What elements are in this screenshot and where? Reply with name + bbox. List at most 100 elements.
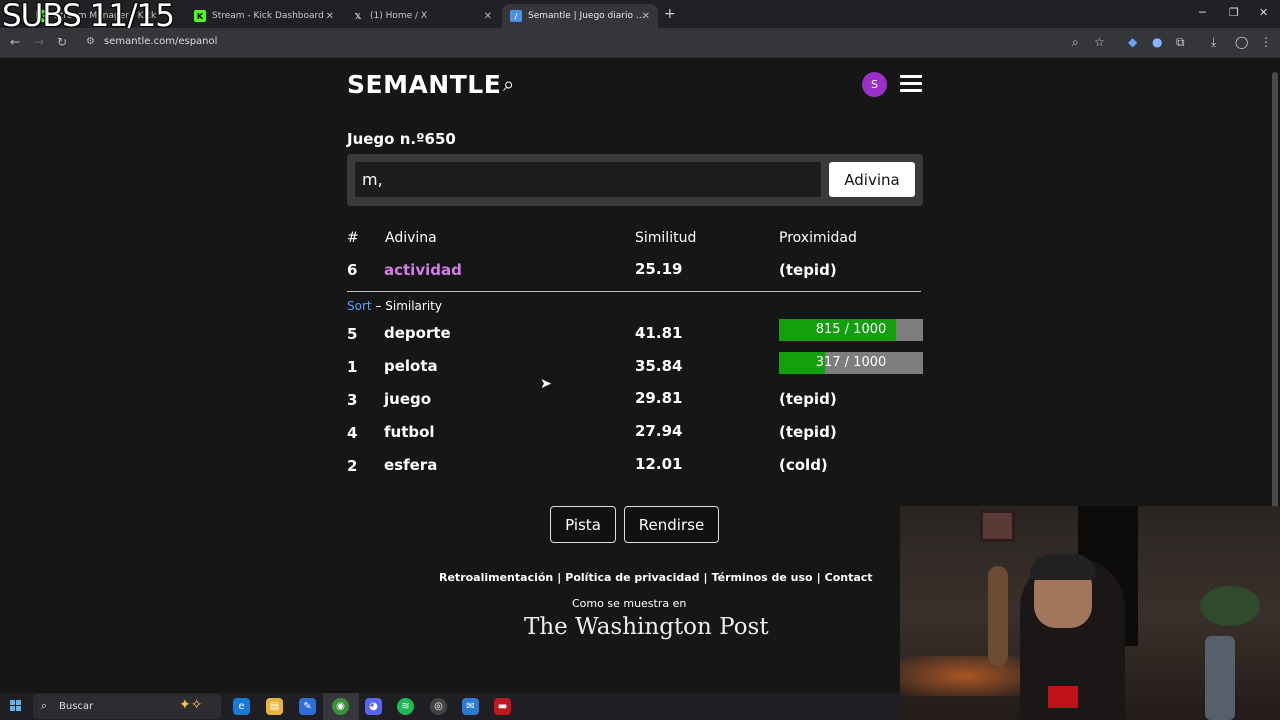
footer-link-feedback[interactable]: Retroalimentación: [439, 571, 553, 584]
column-header-proximity: Proximidad: [779, 230, 857, 246]
tab-kick-dashboard[interactable]: K Stream - Kick Dashboard ✕: [186, 4, 342, 28]
separator: |: [557, 571, 562, 584]
separator: |: [703, 571, 708, 584]
webcam-feed: [900, 506, 1280, 720]
edge-icon[interactable]: e: [233, 698, 250, 715]
extension-icon[interactable]: ●: [1152, 35, 1162, 49]
discord-icon[interactable]: ◕: [365, 698, 382, 715]
menu-dots-icon[interactable]: ⋮: [1260, 35, 1272, 49]
browser-tab-bar: K Stream Manager | Kick K Stream - Kick …: [0, 0, 1280, 34]
hint-button[interactable]: Pista: [550, 506, 616, 543]
footer-link-terms[interactable]: Términos de uso: [712, 571, 813, 584]
row-word: juego: [384, 390, 432, 408]
close-icon[interactable]: ✕: [642, 11, 650, 22]
back-icon[interactable]: ←: [10, 35, 20, 49]
url-field[interactable]: semantle.com/espanol: [104, 36, 217, 47]
give-up-button[interactable]: Rendirse: [624, 506, 719, 543]
plant: [1200, 586, 1260, 626]
magnifier-icon: ⌕: [503, 72, 515, 96]
taskbar-search[interactable]: ⌕ Buscar ✦✧: [33, 694, 221, 719]
address-bar: ← → ↻ ⚙ semantle.com/espanol ⌕ ☆ ◆ ● ⧉ ⤓…: [0, 28, 1280, 58]
close-icon[interactable]: ✕: [326, 11, 334, 22]
hamburger-menu-icon[interactable]: [900, 75, 922, 93]
sort-label: – Similarity: [375, 299, 442, 313]
semantle-icon: /: [510, 10, 522, 22]
profile-icon[interactable]: ◯: [1235, 35, 1248, 49]
row-similarity: 41.81: [635, 324, 683, 342]
extensions-puzzle-icon[interactable]: ⧉: [1176, 35, 1185, 50]
proximity-text: 317 / 1000: [815, 355, 887, 370]
reload-icon[interactable]: ↻: [57, 35, 67, 49]
streaming-app-icon[interactable]: ▬: [494, 698, 511, 715]
divider: [347, 291, 921, 292]
row-similarity: 25.19: [635, 260, 683, 278]
guess-input[interactable]: [355, 162, 821, 197]
row-number: 3: [347, 391, 358, 409]
footer-link-contact[interactable]: Contact: [825, 571, 873, 584]
footer-link-privacy[interactable]: Política de privacidad: [565, 571, 699, 584]
row-number: 1: [347, 358, 358, 376]
separator: |: [816, 571, 821, 584]
mail-icon[interactable]: ✉: [462, 698, 479, 715]
washington-post-logo[interactable]: The Washington Post: [524, 614, 769, 640]
zoom-icon[interactable]: ⌕: [1072, 35, 1079, 50]
sort-link[interactable]: Sort: [347, 299, 372, 313]
row-word: futbol: [384, 423, 435, 441]
window-close-icon[interactable]: ✕: [1259, 6, 1268, 19]
row-proximity: (tepid): [779, 261, 837, 279]
close-icon[interactable]: ✕: [484, 11, 492, 22]
windows-start-icon[interactable]: [10, 700, 22, 712]
column-header-guess: Adivina: [385, 230, 437, 246]
row-word: esfera: [384, 456, 438, 474]
copilot-sparkle-icon: ✦✧: [179, 697, 203, 713]
row-number: 4: [347, 424, 358, 442]
minimize-icon[interactable]: ─: [1199, 6, 1206, 19]
site-logo[interactable]: SEMANTLE: [347, 70, 501, 99]
spotify-icon[interactable]: ≋: [397, 698, 414, 715]
search-icon: ⌕: [41, 699, 48, 712]
row-word: actividad: [384, 261, 462, 279]
footer-links: Retroalimentación | Política de privacidad…: [439, 571, 873, 584]
guitar: [988, 566, 1008, 666]
row-number: 6: [347, 261, 358, 279]
new-tab-icon[interactable]: +: [664, 6, 676, 22]
row-proximity: (tepid): [779, 423, 837, 441]
forward-icon[interactable]: →: [34, 35, 44, 49]
app-icon[interactable]: ✎: [299, 698, 316, 715]
row-word: deporte: [384, 324, 451, 342]
download-icon[interactable]: ⤓: [1211, 35, 1216, 50]
tab-semantle[interactable]: / Semantle | Juego diario de adivinanzas…: [502, 4, 658, 28]
row-similarity: 27.94: [635, 422, 683, 440]
tab-x-home[interactable]: 𝕏 (1) Home / X ✕: [344, 4, 500, 28]
restore-icon[interactable]: ❐: [1229, 6, 1239, 19]
windows-taskbar: ⌕ Buscar ✦✧ e ▤ ✎ ◉ ◕ ≋ ◎ ✉ ▬: [0, 693, 900, 720]
guess-form: Adivina: [347, 154, 923, 206]
bottle: [1205, 636, 1235, 720]
mouse-cursor-icon: ➤: [540, 376, 552, 392]
extension-icon[interactable]: ◆: [1128, 35, 1137, 49]
red-object: [1048, 686, 1078, 708]
chrome-icon[interactable]: ◉: [332, 698, 349, 715]
led-light: [900, 656, 1030, 696]
search-placeholder: Buscar: [59, 701, 94, 712]
obs-icon[interactable]: ◎: [430, 698, 447, 715]
shown-in-text: Como se muestra en: [572, 597, 687, 610]
row-similarity: 12.01: [635, 455, 683, 473]
row-number: 5: [347, 325, 358, 343]
file-explorer-icon[interactable]: ▤: [266, 698, 283, 715]
row-similarity: 29.81: [635, 389, 683, 407]
proximity-bar: 317 / 1000: [779, 352, 923, 374]
row-similarity: 35.84: [635, 357, 683, 375]
proximity-text: 815 / 1000: [815, 322, 887, 337]
avatar[interactable]: S: [862, 72, 887, 97]
site-settings-icon[interactable]: ⚙: [86, 36, 95, 47]
game-title: Juego n.º650: [347, 130, 456, 148]
proximity-bar: 815 / 1000: [779, 319, 923, 341]
row-number: 2: [347, 457, 358, 475]
column-header-number: #: [347, 230, 359, 246]
column-header-similarity: Similitud: [635, 230, 697, 246]
guess-button[interactable]: Adivina: [829, 162, 915, 197]
row-word: pelota: [384, 357, 438, 375]
streamer-cap: [1030, 554, 1096, 580]
bookmark-star-icon[interactable]: ☆: [1094, 35, 1105, 49]
